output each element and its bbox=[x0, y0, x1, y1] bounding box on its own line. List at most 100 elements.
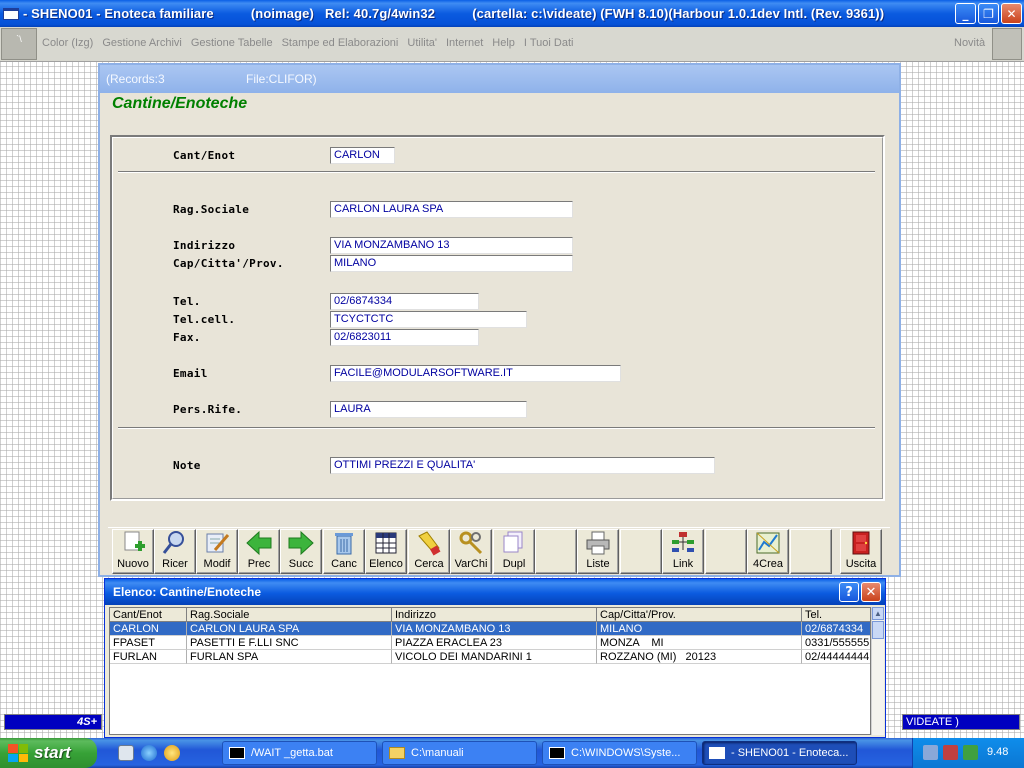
task-wait-getta[interactable]: /WAIT _getta.bat bbox=[222, 741, 377, 765]
empty-toolbar-button[interactable] bbox=[705, 529, 747, 574]
elenco-label: Elenco bbox=[369, 558, 403, 570]
grid-header-row: Cant/Enot Rag.Sociale Indirizzo Cap/Citt… bbox=[110, 608, 870, 622]
records-count: (Records:3 bbox=[106, 72, 165, 86]
ricer-label: Ricer bbox=[162, 558, 188, 570]
edit-document-icon bbox=[206, 533, 230, 553]
column-header[interactable]: Tel. bbox=[802, 608, 870, 622]
record-form-window: (Records:3 File:CLIFOR) Cantine/Enoteche… bbox=[98, 63, 901, 577]
menu-internet[interactable]: Internet bbox=[446, 37, 483, 49]
elenco-title: Elenco: Cantine/Enoteche bbox=[113, 585, 262, 599]
elenco-window: Elenco: Cantine/Enoteche ? ✕ Cant/Enot R… bbox=[104, 578, 886, 738]
help-button[interactable]: ? bbox=[839, 582, 859, 602]
link-button[interactable]: Link bbox=[662, 529, 704, 574]
elenco-button[interactable]: Elenco bbox=[365, 529, 407, 574]
rag-sociale-field[interactable]: CARLON LAURA SPA bbox=[330, 201, 573, 218]
column-header[interactable]: Indirizzo bbox=[392, 608, 597, 622]
status-right: VIDEATE ) bbox=[902, 714, 1020, 730]
menu-gestione-tabelle[interactable]: Gestione Tabelle bbox=[191, 37, 273, 49]
menu-tuoi-dati[interactable]: I Tuoi Dati bbox=[524, 37, 574, 49]
ricer-button[interactable]: Ricer bbox=[154, 529, 196, 574]
dupl-button[interactable]: Dupl bbox=[493, 529, 535, 574]
menu-novita[interactable]: Novità bbox=[954, 37, 985, 49]
fax-field[interactable]: 02/6823011 bbox=[330, 329, 479, 346]
menu-help[interactable]: Help bbox=[492, 37, 515, 49]
internet-explorer-icon[interactable] bbox=[141, 745, 157, 761]
note-field[interactable]: OTTIMI PREZZI E QUALITA' bbox=[330, 457, 715, 474]
table-row[interactable]: CARLON CARLON LAURA SPA VIA MONZAMBANO 1… bbox=[110, 622, 870, 636]
nuovo-button[interactable]: Nuovo bbox=[112, 529, 154, 574]
empty-toolbar-button[interactable] bbox=[535, 529, 577, 574]
crea4-label: 4Crea bbox=[753, 558, 783, 570]
clock[interactable]: 9.48 bbox=[987, 746, 1008, 758]
table-cell: MILANO bbox=[597, 622, 802, 636]
form-caption-bar: (Records:3 File:CLIFOR) bbox=[100, 65, 899, 93]
label-email: Email bbox=[173, 367, 208, 380]
menu-logo-icon[interactable]: `\ bbox=[1, 28, 37, 60]
vertical-scrollbar[interactable]: ▲ bbox=[871, 607, 884, 735]
menu-stampe[interactable]: Stampe ed Elaborazioni bbox=[282, 37, 399, 49]
file-name: File:CLIFOR) bbox=[246, 72, 317, 86]
menu-right-icon[interactable] bbox=[992, 28, 1022, 60]
minimize-button[interactable]: _ bbox=[955, 3, 976, 24]
label-tel: Tel. bbox=[173, 295, 201, 308]
modif-button[interactable]: Modif bbox=[196, 529, 238, 574]
empty-toolbar-button[interactable] bbox=[620, 529, 662, 574]
elenco-close-button[interactable]: ✕ bbox=[861, 582, 881, 602]
tel-cell-field[interactable]: TCYCTCTC bbox=[330, 311, 527, 328]
scroll-up-icon[interactable]: ▲ bbox=[872, 607, 884, 620]
label-fax: Fax. bbox=[173, 331, 201, 344]
menu-color[interactable]: Color (Izg) bbox=[42, 37, 93, 49]
cant-enot-field[interactable]: CARLON bbox=[330, 147, 395, 164]
media-player-icon[interactable] bbox=[164, 745, 180, 761]
link-label: Link bbox=[672, 558, 694, 570]
column-header[interactable]: Cap/Citta'/Prov. bbox=[597, 608, 802, 622]
table-row[interactable]: FURLAN FURLAN SPA VICOLO DEI MANDARINI 1… bbox=[110, 650, 870, 664]
prec-button[interactable]: Prec bbox=[238, 529, 280, 574]
task-cmd[interactable]: C:\WINDOWS\Syste... bbox=[542, 741, 697, 765]
succ-button[interactable]: Succ bbox=[280, 529, 322, 574]
label-pers-rife: Pers.Rife. bbox=[173, 403, 243, 416]
task-sheno01[interactable]: - SHENO01 - Enoteca... bbox=[702, 741, 857, 765]
keys-icon bbox=[459, 531, 483, 555]
cap-citta-prov-field[interactable]: MILANO bbox=[330, 255, 573, 272]
task-label: - SHENO01 - Enoteca... bbox=[731, 747, 849, 759]
table-row[interactable]: FPASET PASETTI E F.LLI SNC PIAZZA ERACLE… bbox=[110, 636, 870, 650]
table-cell: VIA MONZAMBANO 13 bbox=[392, 622, 597, 636]
task-manuali[interactable]: C:\manuali bbox=[382, 741, 537, 765]
task-label: C:\manuali bbox=[411, 747, 464, 759]
table-cell: PASETTI E F.LLI SNC bbox=[187, 636, 392, 650]
liste-button[interactable]: Liste bbox=[577, 529, 619, 574]
network-icon[interactable] bbox=[923, 745, 938, 760]
restore-button[interactable]: ❐ bbox=[978, 3, 999, 24]
indirizzo-field[interactable]: VIA MONZAMBANO 13 bbox=[330, 237, 573, 254]
security-icon[interactable] bbox=[963, 745, 978, 760]
crea4-button[interactable]: 4Crea bbox=[747, 529, 789, 574]
table-cell: MONZA MI bbox=[597, 636, 802, 650]
cerca-button[interactable]: Cerca bbox=[408, 529, 450, 574]
elenco-caption-bar: Elenco: Cantine/Enoteche ? ✕ bbox=[105, 579, 885, 605]
antivirus-icon[interactable] bbox=[943, 745, 958, 760]
menu-utilita[interactable]: Utilita' bbox=[407, 37, 437, 49]
console-icon bbox=[229, 747, 245, 759]
modif-label: Modif bbox=[203, 558, 231, 570]
task-label: C:\WINDOWS\Syste... bbox=[571, 747, 681, 759]
start-button[interactable]: start bbox=[0, 738, 97, 768]
show-desktop-icon[interactable] bbox=[118, 745, 134, 761]
folder-icon bbox=[389, 747, 405, 759]
status-left: 4S+ bbox=[4, 714, 102, 730]
canc-button[interactable]: Canc bbox=[323, 529, 365, 574]
uscita-button[interactable]: Uscita bbox=[840, 529, 882, 574]
empty-toolbar-button[interactable] bbox=[790, 529, 832, 574]
close-button[interactable]: ✕ bbox=[1001, 3, 1022, 24]
email-field[interactable]: FACILE@MODULARSOFTWARE.IT bbox=[330, 365, 621, 382]
app-window-icon[interactable] bbox=[3, 7, 19, 20]
pers-rife-field[interactable]: LAURA bbox=[330, 401, 527, 418]
dupl-label: Dupl bbox=[502, 558, 526, 570]
scroll-thumb[interactable] bbox=[872, 621, 884, 639]
varchi-button[interactable]: VarChi bbox=[450, 529, 492, 574]
column-header[interactable]: Cant/Enot bbox=[110, 608, 187, 622]
new-document-icon bbox=[124, 531, 145, 551]
menu-gestione-archivi[interactable]: Gestione Archivi bbox=[102, 37, 181, 49]
tel-field[interactable]: 02/6874334 bbox=[330, 293, 479, 310]
column-header[interactable]: Rag.Sociale bbox=[187, 608, 392, 622]
